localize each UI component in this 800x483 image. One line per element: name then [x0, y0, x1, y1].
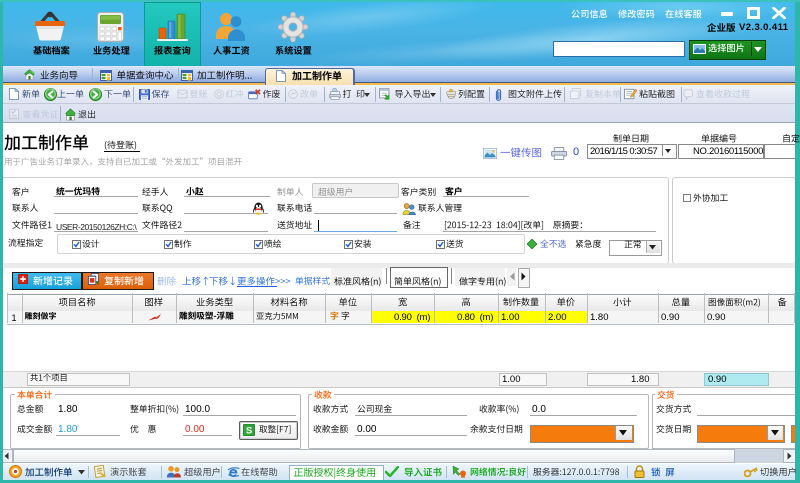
svg-text:S: S	[246, 425, 252, 436]
